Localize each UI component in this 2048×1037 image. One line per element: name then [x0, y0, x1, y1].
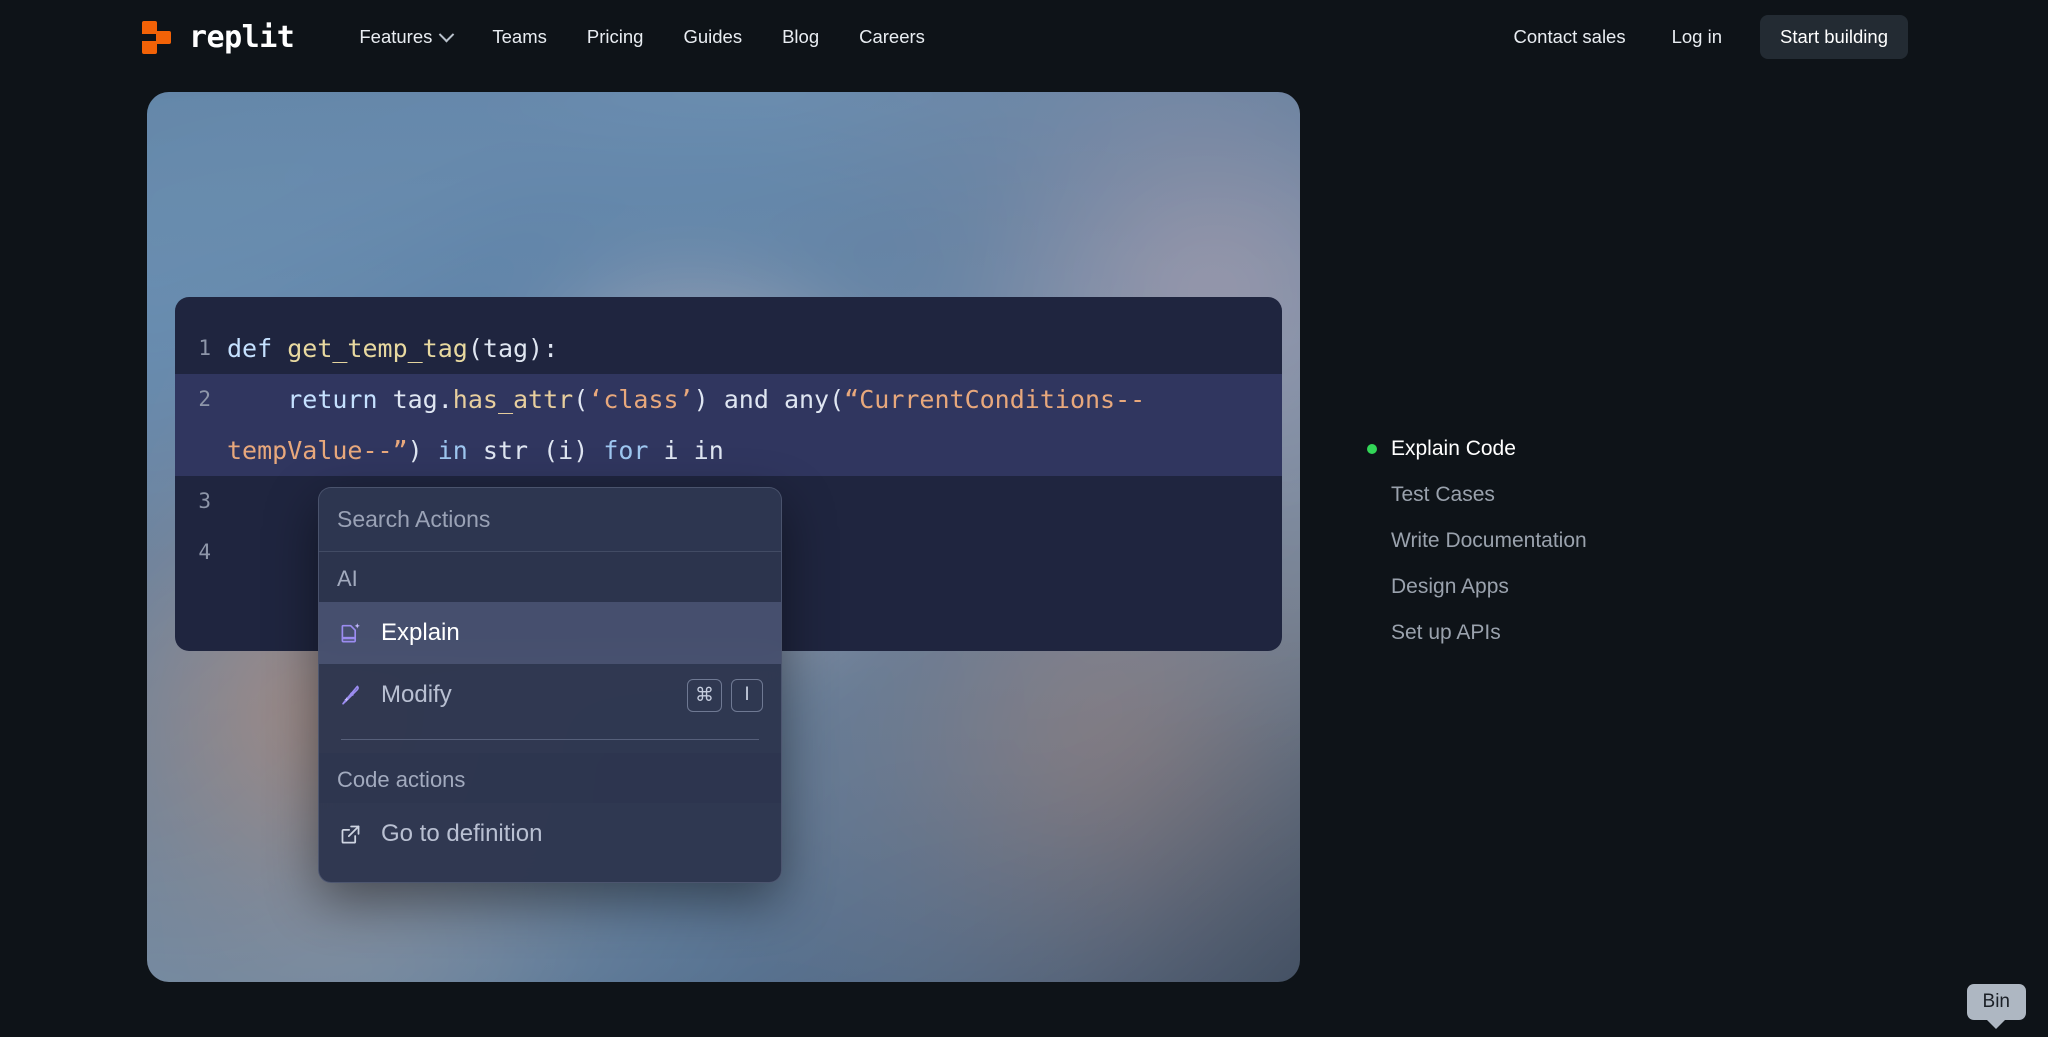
feature-item-explain-code[interactable]: Explain Code	[1367, 426, 1787, 472]
nav-item-guides[interactable]: Guides	[663, 18, 762, 56]
login-link[interactable]: Log in	[1652, 18, 1742, 56]
code-token: ) and	[693, 385, 784, 414]
code-token: has_attr	[452, 385, 574, 414]
code-token: in	[693, 436, 724, 465]
nav-item-pricing[interactable]: Pricing	[567, 18, 664, 56]
feature-item-label: Explain Code	[1391, 437, 1516, 460]
contact-sales-link[interactable]: Contact sales	[1494, 18, 1646, 56]
palette-group-ai-label: AI	[319, 552, 781, 602]
feature-item-label: Set up APIs	[1391, 621, 1501, 644]
line-number: 1	[198, 336, 211, 360]
code-token: for	[603, 436, 664, 465]
nav-item-features[interactable]: Features	[339, 18, 472, 56]
code-token: i	[663, 436, 694, 465]
nav-item-teams[interactable]: Teams	[472, 18, 567, 56]
code-line-content: def get_temp_tag(tag):	[227, 323, 578, 374]
kbd-i-key: I	[731, 678, 763, 712]
palette-group-code-actions-label: Code actions	[319, 753, 781, 803]
palette-item-go-to-definition[interactable]: Go to definition	[319, 803, 781, 865]
palette-item-modify[interactable]: Modify ⌘ I	[319, 664, 781, 726]
code-token: (i)	[543, 436, 604, 465]
active-indicator-dot	[1367, 628, 1377, 638]
code-token: get_temp_tag	[287, 334, 468, 363]
line-number: 3	[198, 489, 211, 513]
bin-tooltip-label: Bin	[1966, 984, 2026, 1020]
page-root: replit Features Teams Pricing Guides Blo…	[0, 0, 2048, 1037]
replit-logo-icon	[142, 20, 176, 54]
chevron-down-icon	[439, 26, 455, 42]
palette-item-modify-label: Modify	[381, 681, 452, 708]
magic-wand-icon	[337, 682, 363, 708]
code-line-content: return tag.has_attr(‘class’) and any(“Cu…	[227, 374, 1282, 476]
nav-item-careers[interactable]: Careers	[839, 18, 945, 56]
palette-item-explain[interactable]: Explain	[319, 602, 781, 664]
code-token: in	[437, 436, 483, 465]
explain-sparkle-icon	[337, 620, 363, 646]
feature-item-write-documentation[interactable]: Write Documentation	[1367, 518, 1787, 564]
feature-item-set-up-apis[interactable]: Set up APIs	[1367, 610, 1787, 656]
code-line: 1 def get_temp_tag(tag):	[175, 323, 1282, 374]
replit-logo[interactable]: replit	[142, 19, 295, 55]
code-token: str	[482, 436, 544, 465]
command-palette: AI Explain Modify ⌘	[318, 487, 782, 883]
nav-item-features-label: Features	[359, 26, 433, 47]
modify-shortcut: ⌘ I	[687, 678, 763, 712]
feature-item-label: Write Documentation	[1391, 529, 1587, 552]
code-line-highlighted: 2 return tag.has_attr(‘class’) and any(“…	[175, 374, 1282, 476]
code-token: (	[829, 385, 845, 414]
code-token: )	[407, 436, 438, 465]
feature-item-label: Design Apps	[1391, 575, 1509, 598]
kbd-command-key: ⌘	[687, 678, 722, 712]
palette-item-explain-label: Explain	[381, 619, 460, 646]
primary-nav-links: Features Teams Pricing Guides Blog Caree…	[339, 18, 945, 56]
top-navigation-bar: replit Features Teams Pricing Guides Blo…	[0, 0, 2048, 74]
brand-name: replit	[189, 19, 295, 55]
line-number: 4	[198, 540, 211, 564]
tooltip-arrow-icon	[1986, 1019, 2007, 1029]
code-token: return	[227, 385, 393, 414]
active-indicator-dot	[1367, 582, 1377, 592]
code-token: tag	[392, 385, 438, 414]
code-token: def	[227, 334, 288, 363]
code-token: (tag):	[467, 334, 559, 363]
palette-divider	[341, 739, 759, 740]
nav-right-group: Contact sales Log in Start building	[1494, 15, 1908, 59]
external-link-icon	[337, 821, 363, 847]
feature-item-label: Test Cases	[1391, 483, 1495, 506]
active-indicator-dot	[1367, 490, 1377, 500]
search-actions-input[interactable]	[337, 506, 763, 533]
bin-tooltip: Bin	[1966, 984, 2026, 1029]
nav-item-blog[interactable]: Blog	[762, 18, 839, 56]
active-indicator-dot	[1367, 444, 1377, 454]
nav-left-group: replit Features Teams Pricing Guides Blo…	[142, 18, 945, 56]
code-token: (	[573, 385, 589, 414]
palette-search-row	[319, 488, 781, 552]
active-indicator-dot	[1367, 536, 1377, 546]
line-number: 2	[198, 387, 211, 411]
feature-item-test-cases[interactable]: Test Cases	[1367, 472, 1787, 518]
start-building-button[interactable]: Start building	[1760, 15, 1908, 59]
code-token: ‘class’	[588, 385, 694, 414]
code-token: .	[437, 385, 453, 414]
feature-tab-list: Explain Code Test Cases Write Documentat…	[1367, 426, 1787, 656]
code-token: any	[783, 385, 830, 414]
palette-item-go-to-definition-label: Go to definition	[381, 820, 543, 847]
feature-item-design-apps[interactable]: Design Apps	[1367, 564, 1787, 610]
